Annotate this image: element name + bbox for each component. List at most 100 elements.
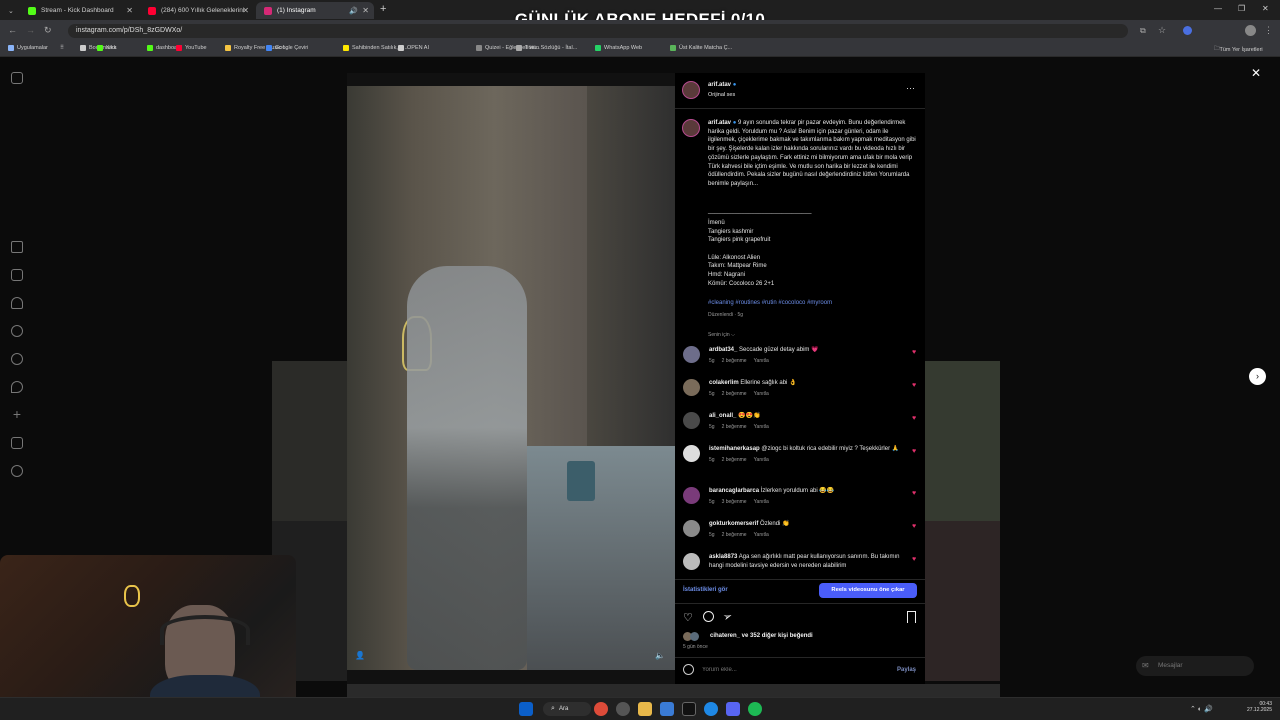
comment-like-icon[interactable]: ♥ — [912, 382, 916, 389]
file-explorer-icon[interactable] — [638, 702, 652, 716]
comment-likes[interactable]: 2 beğenme — [722, 358, 747, 364]
reload-icon[interactable]: ↻ — [44, 25, 52, 36]
bookmark-item[interactable]: Üst Kalite Matcha Ç... — [670, 45, 732, 51]
caption-username[interactable]: arif.atav — [708, 120, 731, 126]
comment-likes[interactable]: 3 beğenme — [722, 499, 747, 505]
comment-like-icon[interactable]: ♥ — [912, 523, 916, 530]
home-icon[interactable] — [11, 241, 23, 253]
notifications-icon[interactable] — [11, 381, 23, 393]
comment-username[interactable]: barancaglarbarca — [709, 488, 759, 494]
clock[interactable]: 00:43 27.12.2025 — [1242, 701, 1272, 713]
bookmark-item[interactable]: Uygulamalar — [8, 45, 48, 51]
sort-comments-dropdown[interactable]: Senin için ⌵ — [708, 331, 735, 340]
comment-input[interactable] — [702, 664, 882, 676]
reel-video[interactable]: 👤 🔈 — [347, 86, 675, 670]
bookmark-item[interactable]: OPEN AI — [398, 45, 429, 51]
more-options-icon[interactable]: ⋯ — [906, 83, 915, 94]
comment-username[interactable]: gokturkomerserif — [709, 521, 758, 527]
next-post-button[interactable]: › — [1249, 368, 1266, 385]
save-icon[interactable] — [907, 611, 916, 623]
comment-avatar[interactable] — [683, 346, 700, 363]
comment-avatar[interactable] — [683, 487, 700, 504]
author-username[interactable]: arif.atav ● — [708, 81, 736, 90]
comment-username[interactable]: askla8873 — [709, 554, 737, 560]
bookmark-item[interactable]: Google Çeviri — [266, 45, 308, 51]
reply-link[interactable]: Yanıtla — [754, 358, 769, 364]
mute-icon[interactable]: 🔈 — [655, 651, 665, 660]
reply-link[interactable]: Yanıtla — [754, 457, 769, 463]
close-modal-icon[interactable]: ✕ — [1251, 66, 1261, 80]
audio-label[interactable]: Orijinal ses — [708, 91, 735, 100]
search-icon[interactable] — [11, 325, 23, 337]
menu-icon[interactable]: ⋮ — [1264, 25, 1273, 36]
comment-like-icon[interactable]: ♥ — [912, 490, 916, 497]
comment-username[interactable]: colakerlim — [709, 380, 739, 386]
spotify-icon[interactable] — [748, 702, 762, 716]
chrome-icon[interactable] — [594, 702, 608, 716]
comment-username[interactable]: ardbat34_ — [709, 347, 737, 353]
comment-like-icon[interactable]: ♥ — [912, 349, 916, 356]
hashtags[interactable]: #cleaning #routines #rutin #cocoloco #my… — [708, 299, 832, 308]
comment-like-icon[interactable]: ♥ — [912, 448, 916, 455]
extension-icon[interactable] — [1183, 26, 1192, 35]
share-comment-button[interactable]: Paylaş — [897, 666, 916, 675]
tray-icons[interactable]: ⌃ ◐ 🔊 — [1190, 705, 1213, 713]
cast-icon[interactable]: ⧉ — [1140, 26, 1146, 36]
app-icon[interactable] — [704, 702, 718, 716]
messages-icon[interactable] — [11, 297, 23, 309]
threads-icon[interactable] — [11, 465, 23, 477]
back-icon[interactable]: ← — [8, 25, 17, 35]
reels-icon[interactable] — [11, 269, 23, 281]
create-icon[interactable]: + — [11, 407, 23, 421]
comment-like-icon[interactable]: ♥ — [912, 556, 916, 563]
all-bookmarks-folder[interactable]: 🗀 Tüm Yer İşaretleri — [1214, 45, 1263, 54]
comment-like-icon[interactable]: ♥ — [912, 415, 916, 422]
comment-avatar[interactable] — [683, 379, 700, 396]
messages-button[interactable]: Mesajlar — [1136, 656, 1254, 676]
comment-username[interactable]: ali_onall_ — [709, 413, 736, 419]
insights-link[interactable]: İstatistikleri gör — [683, 586, 728, 595]
emoji-icon[interactable] — [683, 664, 694, 675]
like-icon[interactable]: ♡ — [683, 611, 693, 624]
explore-icon[interactable] — [11, 353, 23, 365]
author-avatar[interactable] — [682, 81, 700, 99]
dashboard-icon[interactable] — [11, 437, 23, 449]
comment-avatar[interactable] — [683, 520, 700, 537]
boost-reel-button[interactable]: Reels videosunu öne çıkar — [819, 583, 917, 598]
bookmark-item[interactable]: Tütün Sözlüğü - İtal... — [516, 45, 577, 51]
comment-likes[interactable]: 2 beğenme — [722, 424, 747, 430]
comment-likes[interactable]: 2 beğenme — [722, 532, 747, 538]
windows-start-icon[interactable] — [519, 702, 533, 716]
comment-avatar[interactable] — [683, 553, 700, 570]
caption-avatar[interactable] — [682, 119, 700, 137]
bookmark-item[interactable]: WhatsApp Web — [595, 45, 642, 51]
bookmark-favicon-icon — [266, 45, 272, 51]
discord-icon[interactable] — [726, 702, 740, 716]
app-icon[interactable] — [660, 702, 674, 716]
comment-icon[interactable] — [703, 611, 714, 622]
star-icon[interactable]: ☆ — [1158, 25, 1166, 36]
posted-time: 5 gün önce — [683, 644, 708, 650]
comment-meta: 5g 2 beğenme Yanıtla — [709, 423, 909, 432]
comment-avatar[interactable] — [683, 445, 700, 462]
reply-link[interactable]: Yanıtla — [754, 391, 769, 397]
bookmark-item[interactable]: Kick — [97, 45, 116, 51]
reply-link[interactable]: Yanıtla — [754, 499, 769, 505]
comment-username[interactable]: istemihanerkasap — [709, 446, 760, 452]
likes-summary[interactable]: cihateren_ ve 352 diğer kişi beğendi — [710, 632, 813, 641]
instagram-icon[interactable] — [11, 72, 23, 84]
reply-link[interactable]: Yanıtla — [754, 424, 769, 430]
profile-avatar[interactable] — [1245, 25, 1256, 36]
reply-link[interactable]: Yanıtla — [754, 532, 769, 538]
bookmark-item[interactable]: YouTube — [176, 45, 207, 51]
comment-likes[interactable]: 2 beğenme — [722, 457, 747, 463]
comment-item: ali_onall_ 😍😍👏 5g 2 beğenme Yanıtla — [709, 412, 909, 431]
forward-icon[interactable]: → — [26, 25, 35, 35]
apps-grid-icon[interactable]: ⠿ — [60, 45, 64, 51]
app-icon[interactable] — [616, 702, 630, 716]
terminal-icon[interactable] — [682, 702, 696, 716]
user-tag-icon[interactable]: 👤 — [355, 651, 365, 660]
comment-avatar[interactable] — [683, 412, 700, 429]
comment-likes[interactable]: 2 beğenme — [722, 391, 747, 397]
url-input[interactable]: instagram.com/p/DSh_8zGDWXo/ — [68, 24, 1128, 38]
